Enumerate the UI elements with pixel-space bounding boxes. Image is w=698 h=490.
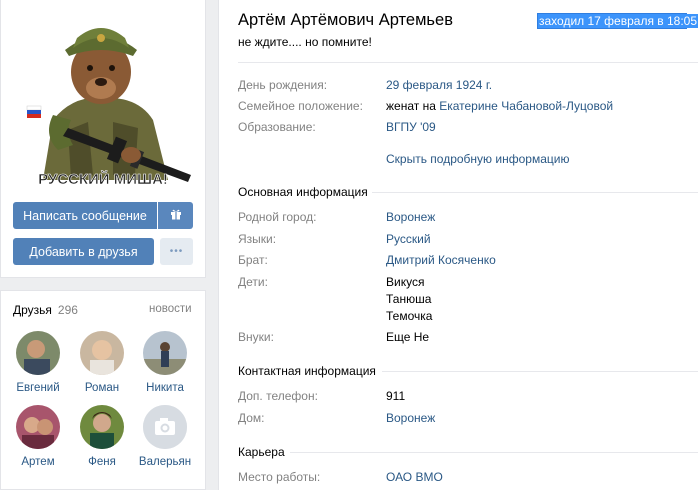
gift-icon	[170, 208, 182, 223]
friend-item[interactable]: Артем	[6, 405, 70, 468]
birthday-value[interactable]: 29 февраля 1924 г.	[386, 78, 492, 92]
profile-info-panel	[218, 0, 698, 490]
more-icon: •••	[169, 246, 184, 257]
divider	[372, 192, 698, 193]
work-value[interactable]: ОАО ВМО	[386, 470, 443, 484]
phone-value: 911	[386, 389, 406, 403]
languages-label: Языки:	[238, 232, 277, 246]
friend-name: Роман	[84, 382, 120, 394]
friends-count: 296	[57, 303, 78, 317]
child-item: Темочка	[386, 309, 433, 323]
languages-value[interactable]: Русский	[386, 232, 431, 246]
grandchildren-label: Внуки:	[238, 330, 274, 344]
send-gift-button[interactable]	[158, 202, 193, 229]
hometown-label: Родной город:	[238, 210, 317, 224]
divider	[382, 371, 698, 372]
friends-news-link[interactable]: новости	[149, 303, 192, 315]
hometown-value[interactable]: Воронеж	[386, 210, 435, 224]
friend-item[interactable]: Никита	[133, 331, 197, 394]
friend-avatar	[143, 405, 187, 449]
friends-title[interactable]: Друзья 296	[13, 303, 78, 317]
grandchildren-value: Еще Не	[386, 330, 430, 344]
profile-name: Артём Артёмович Артемьев	[238, 11, 453, 29]
work-label: Место работы:	[238, 470, 321, 484]
hide-details-link[interactable]: Скрыть подробную информацию	[386, 152, 569, 166]
more-actions-button[interactable]: •••	[160, 238, 193, 265]
education-value[interactable]: ВГПУ '09	[386, 120, 436, 134]
family-prefix: женат на	[386, 99, 436, 113]
friend-avatar	[80, 405, 124, 449]
friend-item[interactable]: Роман	[70, 331, 134, 394]
child-item: Танюша	[386, 292, 432, 306]
phone-label: Доп. телефон:	[238, 389, 318, 403]
divider	[238, 62, 698, 63]
friend-avatar	[143, 331, 187, 375]
profile-avatar[interactable]: РУССКИЙ МИША!	[13, 10, 193, 190]
friend-avatar	[16, 331, 60, 375]
child-item: Викуся	[386, 275, 425, 289]
send-message-button[interactable]: Написать сообщение	[13, 202, 157, 229]
friend-avatar	[16, 405, 60, 449]
add-friend-label: Добавить в друзья	[29, 244, 138, 259]
friend-item[interactable]: Феня	[70, 405, 134, 468]
career-title: Карьера	[238, 445, 285, 459]
home-value[interactable]: Воронеж	[386, 411, 435, 425]
education-label: Образование:	[238, 120, 316, 134]
friend-name: Никита	[146, 382, 184, 394]
friend-item[interactable]: Валерьян	[133, 405, 197, 468]
brother-label: Брат:	[238, 253, 268, 267]
spouse-link[interactable]: Екатерине Чабановой-Луцовой	[439, 99, 613, 113]
friend-name: Евгений	[16, 382, 60, 394]
add-friend-button[interactable]: Добавить в друзья	[13, 238, 154, 265]
friend-item[interactable]: Евгений	[6, 331, 70, 394]
birthday-label: День рождения:	[238, 78, 328, 92]
home-label: Дом:	[238, 411, 265, 425]
friend-avatar	[80, 331, 124, 375]
family-value: женат на Екатерине Чабановой-Луцовой	[386, 99, 613, 113]
friend-name: Феня	[88, 456, 116, 468]
contact-info-title: Контактная информация	[238, 364, 376, 378]
last-seen: заходил 17 февраля в 18:05	[538, 14, 698, 28]
camera-icon	[143, 405, 187, 449]
children-label: Дети:	[238, 275, 268, 289]
basic-info-title: Основная информация	[238, 185, 368, 199]
friend-name: Валерьян	[138, 456, 192, 468]
avatar-caption: РУССКИЙ МИША!	[38, 170, 168, 188]
family-label: Семейное положение:	[238, 99, 363, 113]
send-message-label: Написать сообщение	[23, 208, 147, 223]
friends-title-text: Друзья	[13, 303, 52, 317]
divider	[290, 452, 698, 453]
profile-status[interactable]: не ждите.... но помните!	[238, 35, 372, 49]
friend-name: Артем	[21, 456, 55, 468]
brother-value[interactable]: Дмитрий Косяченко	[386, 253, 496, 267]
